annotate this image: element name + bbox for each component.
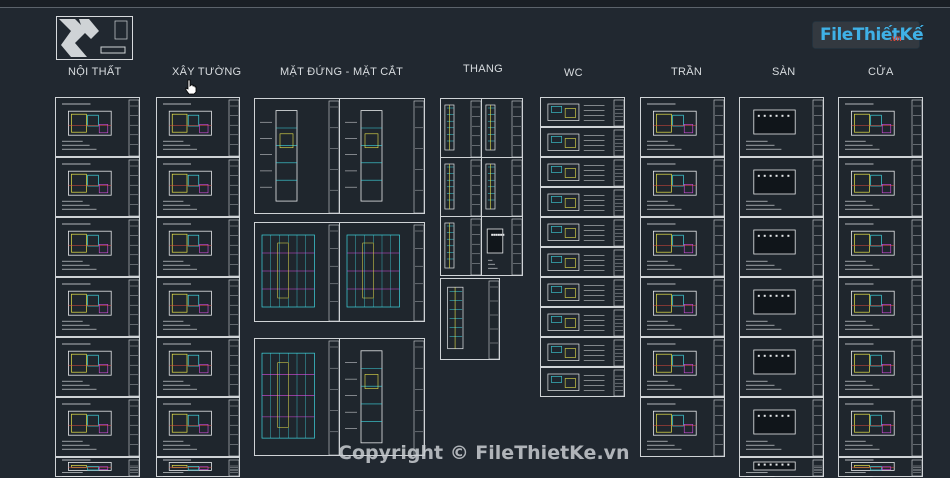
viewport-top-bar bbox=[0, 0, 950, 8]
sheet-cua-2[interactable] bbox=[838, 157, 923, 217]
sheet-xay-tuong-2[interactable] bbox=[156, 157, 240, 217]
sheet-noi-that-3[interactable] bbox=[55, 217, 140, 277]
logo-suffix: .vn bbox=[890, 34, 902, 43]
sheet-san-6[interactable] bbox=[739, 397, 824, 457]
cad-model-space[interactable]: NỘI THẤT XÂY TƯỜNG MẶT ĐỨNG - MẶT CẮT TH… bbox=[0, 8, 950, 477]
sheet-san-1[interactable] bbox=[739, 97, 824, 157]
sheet-wc-7[interactable] bbox=[540, 277, 625, 307]
sheet-xay-tuong-1[interactable] bbox=[156, 97, 240, 157]
group-label-xay-tuong: XÂY TƯỜNG bbox=[172, 66, 242, 78]
sheet-noi-that-2[interactable] bbox=[55, 157, 140, 217]
copyright-watermark: Copyright © FileThietKe.vn bbox=[338, 442, 630, 464]
group-label-tran: TRẦN bbox=[671, 66, 703, 78]
sheet-wc-2[interactable] bbox=[540, 127, 625, 157]
sheet-wc-8[interactable] bbox=[540, 307, 625, 337]
sheet-wc-10[interactable] bbox=[540, 367, 625, 397]
sheet-noi-that-7[interactable] bbox=[55, 457, 140, 477]
group-label-thang: THANG bbox=[463, 63, 503, 75]
sheet-xay-tuong-3[interactable] bbox=[156, 217, 240, 277]
hand-cursor-icon bbox=[184, 79, 198, 100]
sheet-wc-4[interactable] bbox=[540, 187, 625, 217]
sheet-mat-dung-6[interactable] bbox=[339, 338, 425, 456]
sheet-cua-4[interactable] bbox=[838, 277, 923, 337]
title-block-thumbnail[interactable] bbox=[56, 16, 133, 60]
sheet-tran-1[interactable] bbox=[640, 97, 725, 157]
sheet-tran-6[interactable] bbox=[640, 397, 725, 457]
sheet-cua-7[interactable] bbox=[838, 457, 923, 477]
sheet-san-7[interactable] bbox=[739, 457, 824, 477]
sheet-tran-5[interactable] bbox=[640, 337, 725, 397]
sheet-cua-5[interactable] bbox=[838, 337, 923, 397]
group-label-wc: WC bbox=[564, 67, 583, 79]
sheet-thang-7[interactable] bbox=[440, 278, 500, 360]
sheet-tran-3[interactable] bbox=[640, 217, 725, 277]
filethietke-logo: FileThiếtKế .vn bbox=[812, 21, 924, 49]
sheet-thang-2[interactable] bbox=[481, 98, 523, 158]
sheet-xay-tuong-6[interactable] bbox=[156, 397, 240, 457]
group-label-san: SÀN bbox=[772, 66, 796, 78]
group-label-mat-dung: MẶT ĐỨNG - MẶT CẮT bbox=[280, 66, 404, 78]
sheet-cua-6[interactable] bbox=[838, 397, 923, 457]
logo-text: FileThiếtKế bbox=[820, 25, 924, 45]
sheet-thang-6[interactable] bbox=[481, 216, 523, 276]
sheet-thang-4[interactable] bbox=[481, 157, 523, 217]
sheet-cua-1[interactable] bbox=[838, 97, 923, 157]
sheet-thang-5[interactable] bbox=[440, 216, 482, 276]
sheet-mat-dung-2[interactable] bbox=[339, 98, 425, 214]
sheet-cua-3[interactable] bbox=[838, 217, 923, 277]
sheet-san-4[interactable] bbox=[739, 277, 824, 337]
sheet-wc-6[interactable] bbox=[540, 247, 625, 277]
sheet-mat-dung-1[interactable] bbox=[254, 98, 340, 214]
sheet-san-5[interactable] bbox=[739, 337, 824, 397]
sheet-noi-that-4[interactable] bbox=[55, 277, 140, 337]
sheet-tran-2[interactable] bbox=[640, 157, 725, 217]
sheet-thang-3[interactable] bbox=[440, 157, 482, 217]
sheet-tran-4[interactable] bbox=[640, 277, 725, 337]
sheet-wc-3[interactable] bbox=[540, 157, 625, 187]
sheet-xay-tuong-7[interactable] bbox=[156, 457, 240, 477]
sheet-mat-dung-5[interactable] bbox=[254, 338, 340, 456]
sheet-mat-dung-3[interactable] bbox=[254, 222, 340, 322]
sheet-xay-tuong-4[interactable] bbox=[156, 277, 240, 337]
sheet-xay-tuong-5[interactable] bbox=[156, 337, 240, 397]
sheet-san-2[interactable] bbox=[739, 157, 824, 217]
sheet-thang-1[interactable] bbox=[440, 98, 482, 158]
sheet-noi-that-6[interactable] bbox=[55, 397, 140, 457]
sheet-wc-9[interactable] bbox=[540, 337, 625, 367]
sheet-san-3[interactable] bbox=[739, 217, 824, 277]
group-label-cua: CỬA bbox=[868, 66, 894, 78]
sheet-wc-1[interactable] bbox=[540, 97, 625, 127]
sheet-wc-5[interactable] bbox=[540, 217, 625, 247]
sheet-mat-dung-4[interactable] bbox=[339, 222, 425, 322]
group-label-noi-that: NỘI THẤT bbox=[68, 66, 122, 78]
sheet-noi-that-5[interactable] bbox=[55, 337, 140, 397]
sheet-noi-that-1[interactable] bbox=[55, 97, 140, 157]
